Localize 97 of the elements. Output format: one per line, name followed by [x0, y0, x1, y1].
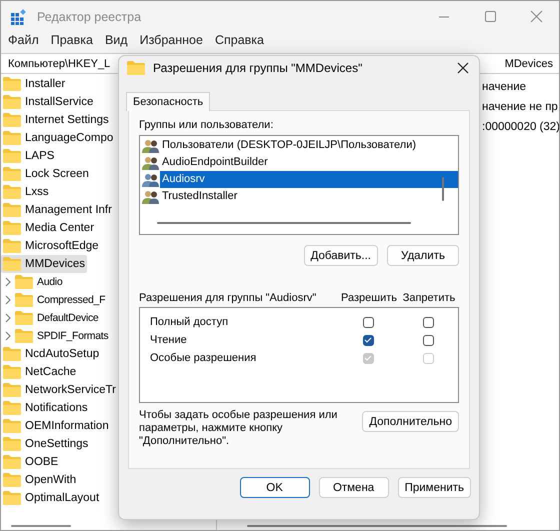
folder-icon — [15, 311, 33, 325]
checkbox[interactable] — [422, 316, 434, 328]
folder-icon — [15, 293, 33, 307]
folder-icon — [3, 491, 21, 505]
remove-button[interactable]: Удалить — [387, 245, 459, 266]
tree-item[interactable]: MicrosoftEdge — [1, 237, 101, 255]
address-text: Компьютер\HKEY_L — [8, 58, 110, 70]
folder-icon — [3, 455, 21, 469]
folder-icon — [3, 167, 21, 181]
tree-item[interactable]: OEMInformation — [1, 417, 111, 435]
permission-name: Особые разрешения — [150, 352, 258, 364]
folder-icon — [3, 95, 21, 109]
value-cell: начение не пр — [482, 101, 558, 113]
folder-icon — [3, 185, 21, 199]
dialog-button[interactable]: OK — [240, 477, 310, 498]
folder-icon — [3, 347, 21, 361]
folder-icon — [3, 437, 21, 451]
tree-item[interactable]: LAPS — [1, 147, 56, 165]
tree-item[interactable]: Lxss — [1, 183, 51, 201]
folder-icon — [3, 383, 21, 397]
menu-item[interactable]: Правка — [44, 33, 99, 53]
tree-item[interactable]: Installer — [1, 75, 68, 93]
menu-item[interactable]: Файл — [1, 33, 45, 53]
chevron-right-icon[interactable] — [4, 295, 12, 305]
users-icon — [142, 190, 160, 204]
folder-icon — [3, 203, 21, 217]
folder-icon — [3, 473, 21, 487]
add-button[interactable]: Добавить... — [304, 245, 378, 266]
groups-label: Группы или пользователи: — [139, 119, 274, 131]
users-icon — [142, 156, 160, 170]
tree-item[interactable]: InstallService — [1, 93, 96, 111]
tree-item[interactable]: Lock Screen — [1, 165, 91, 183]
column-header: Запретить — [402, 292, 456, 304]
folder-icon — [3, 365, 21, 379]
user-item[interactable]: TrustedInstaller — [160, 188, 458, 205]
tree-item[interactable]: SPDIF_Formats — [13, 327, 110, 345]
vertical-scrollbar[interactable] — [442, 177, 444, 201]
tree-item[interactable]: MMDevices — [1, 255, 88, 273]
checkbox[interactable] — [362, 334, 374, 346]
tree-item[interactable]: Media Center — [1, 219, 96, 237]
checkbox[interactable] — [362, 316, 374, 328]
tree-item[interactable]: OptimalLayout — [1, 489, 102, 507]
tree-item[interactable]: Notifications — [1, 399, 90, 417]
users-icon — [142, 138, 160, 152]
tree-item[interactable]: Management Infr — [1, 201, 114, 219]
folder-icon — [3, 419, 21, 433]
address-text: MDevices — [504, 58, 553, 70]
folder-icon — [3, 131, 21, 145]
tree-item[interactable]: Audio — [13, 273, 64, 291]
advanced-button[interactable]: Дополнительно — [362, 411, 459, 432]
folder-icon — [127, 61, 145, 75]
folder-icon — [15, 275, 33, 289]
folder-icon — [3, 113, 21, 127]
user-item[interactable]: AudioEndpointBuilder — [160, 154, 458, 171]
horizontal-scrollbar[interactable] — [157, 222, 411, 224]
chevron-right-icon[interactable] — [4, 313, 12, 323]
tree-item[interactable]: LanguageCompo — [1, 129, 116, 147]
tree-item[interactable]: NetCache — [1, 363, 78, 381]
hint-text: Чтобы задать особые разрешения или параметры, нажмите кнопку "Дополнительно". — [139, 409, 338, 448]
checkbox[interactable] — [422, 334, 434, 346]
users-icon — [142, 172, 160, 186]
tree-item[interactable]: OneSettings — [1, 435, 90, 453]
user-item[interactable]: Audiosrv — [160, 171, 458, 188]
permission-name: Полный доступ — [150, 316, 230, 328]
dialog-button[interactable]: Применить — [398, 477, 471, 498]
registry-editor-icon — [11, 9, 27, 25]
tree-item[interactable]: Compressed_F — [13, 291, 108, 309]
folder-icon — [3, 239, 21, 253]
chevron-right-icon[interactable] — [4, 331, 12, 341]
window-title: Редактор реестра — [37, 10, 142, 24]
value-cell: :00000020 (32) — [482, 121, 559, 133]
tree-item[interactable]: NcdAutoSetup — [1, 345, 102, 363]
value-cell: начение — [482, 81, 526, 93]
tab[interactable]: Безопасность — [126, 92, 210, 111]
tree-item[interactable]: OOBE — [1, 453, 60, 471]
tree-item[interactable]: Internet Settings — [1, 111, 111, 129]
close-button[interactable] — [457, 62, 469, 74]
column-header: Разрешить — [340, 292, 398, 304]
users-list[interactable]: Пользователи (DESKTOP-0JEILJP\Пользователи) AudioEndpointBuilder Audiosrv TrustedInstaller — [139, 135, 459, 235]
folder-icon — [3, 257, 21, 271]
folder-icon — [3, 221, 21, 235]
dialog-title: Разрешения для группы "MMDevices" — [153, 61, 362, 75]
menu-item[interactable]: Вид — [98, 33, 134, 53]
tree-item[interactable]: NetworkServiceTr — [1, 381, 118, 399]
permission-name: Чтение — [150, 334, 188, 346]
folder-icon — [3, 149, 21, 163]
tree-item[interactable]: OpenWith — [1, 471, 78, 489]
menu-item[interactable]: Избранное — [134, 33, 209, 53]
tree-item[interactable]: DefaultDevice — [13, 309, 100, 327]
permissions-label: Разрешения для группы "Audiosrv" — [139, 292, 318, 304]
menu-item[interactable]: Справка — [208, 33, 270, 53]
folder-icon — [15, 329, 33, 343]
user-item[interactable]: Пользователи (DESKTOP-0JEILJP\Пользователи) — [160, 137, 458, 154]
folder-icon — [3, 401, 21, 415]
dialog-button[interactable]: Отмена — [318, 477, 389, 498]
folder-icon — [3, 77, 21, 91]
chevron-right-icon[interactable] — [4, 277, 12, 287]
